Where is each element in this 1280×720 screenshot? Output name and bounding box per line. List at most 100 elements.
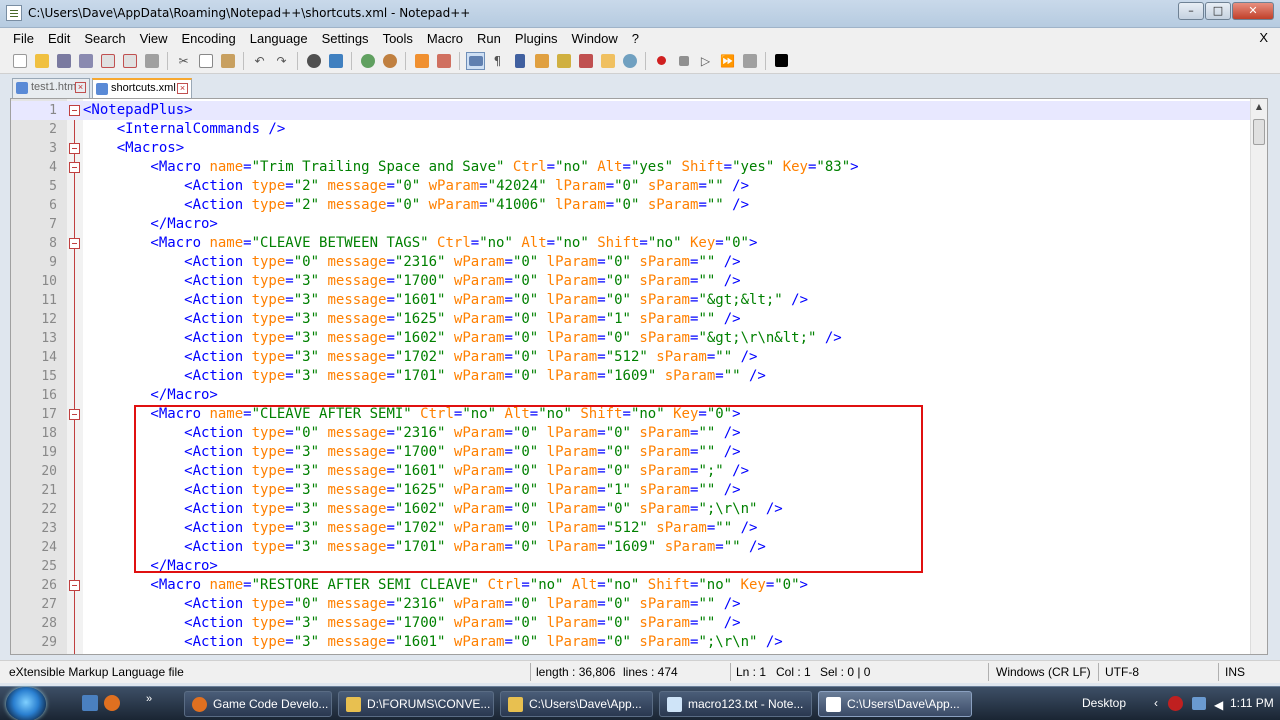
code-line[interactable]: 17 <Macro name="CLEAVE AFTER SEMI" Ctrl=… [11,405,1251,424]
copy-icon[interactable] [196,52,215,70]
code-line[interactable]: 23 <Action type="3" message="1702" wPara… [11,519,1251,538]
document-map-icon[interactable] [554,52,573,70]
fold-toggle-icon[interactable] [69,162,80,173]
save-all-icon[interactable] [76,52,95,70]
show-all-characters-icon[interactable]: ¶ [488,52,507,70]
taskbar-button-active[interactable]: C:\Users\Dave\App... [818,691,972,717]
tray-expand-icon[interactable]: ‹ [1154,696,1158,710]
scrollbar-thumb[interactable] [1253,119,1265,145]
close-tab-icon[interactable]: × [75,82,86,93]
stop-recording-icon[interactable] [674,52,693,70]
clock[interactable]: 1:11 PM [1230,696,1274,710]
user-defined-language-icon[interactable] [532,52,551,70]
menu-run[interactable]: Run [470,31,508,46]
tray-app-icon[interactable] [1168,696,1183,711]
code-line[interactable]: 1 <NotepadPlus> [11,101,1251,120]
desktop-toolbar-label[interactable]: Desktop [1082,696,1126,710]
code-line[interactable]: 19 <Action type="3" message="1700" wPara… [11,443,1251,462]
vertical-scrollbar[interactable]: ▲ [1250,99,1267,654]
taskbar-button[interactable]: D:\FORUMS\CONVE... [338,691,494,717]
close-tab-icon[interactable]: × [177,83,188,94]
menu-encoding[interactable]: Encoding [175,31,243,46]
fold-toggle-icon[interactable] [69,143,80,154]
indent-guide-icon[interactable] [510,52,529,70]
code-line[interactable]: 29 <Action type="3" message="1601" wPara… [11,633,1251,652]
fold-toggle-icon[interactable] [69,105,80,116]
code-line[interactable]: 24 <Action type="3" message="1701" wPara… [11,538,1251,557]
code-line[interactable]: 5 <Action type="2" message="0" wParam="4… [11,177,1251,196]
menu-tools[interactable]: Tools [376,31,420,46]
playback-macro-icon[interactable]: ▷ [696,52,715,70]
monitoring-icon[interactable] [620,52,639,70]
function-list-icon[interactable] [576,52,595,70]
taskbar-button[interactable]: Game Code Develo... [184,691,332,717]
fold-toggle-icon[interactable] [69,409,80,420]
fold-toggle-icon[interactable] [69,580,80,591]
code-line[interactable]: 12 <Action type="3" message="1625" wPara… [11,310,1251,329]
code-line[interactable]: 16 </Macro> [11,386,1251,405]
menu-view[interactable]: View [133,31,175,46]
code-line[interactable]: 6 <Action type="2" message="0" wParam="4… [11,196,1251,215]
print-icon[interactable] [142,52,161,70]
taskbar-button[interactable]: C:\Users\Dave\App... [500,691,653,717]
menu-window[interactable]: Window [565,31,625,46]
word-wrap-icon[interactable] [466,51,485,70]
save-icon[interactable] [54,52,73,70]
volume-icon[interactable]: ◀ [1214,698,1223,712]
code-line[interactable]: 10 <Action type="3" message="1700" wPara… [11,272,1251,291]
code-line[interactable]: 28 <Action type="3" message="1700" wPara… [11,614,1251,633]
code-line[interactable]: 26 <Macro name="RESTORE AFTER SEMI CLEAV… [11,576,1251,595]
network-icon[interactable] [1192,697,1206,710]
sync-horizontal-icon[interactable] [434,52,453,70]
code-line[interactable]: 13 <Action type="3" message="1602" wPara… [11,329,1251,348]
folder-workspace-icon[interactable] [598,52,617,70]
code-line[interactable]: 27 <Action type="0" message="2316" wPara… [11,595,1251,614]
find-icon[interactable] [304,52,323,70]
paste-icon[interactable] [218,52,237,70]
save-macro-icon[interactable] [740,52,759,70]
cut-icon[interactable]: ✂ [174,52,193,70]
code-line[interactable]: 11 <Action type="3" message="1601" wPara… [11,291,1251,310]
code-line[interactable]: 20 <Action type="3" message="1601" wPara… [11,462,1251,481]
code-line[interactable]: 8 <Macro name="CLEAVE BETWEEN TAGS" Ctrl… [11,234,1251,253]
zoom-out-icon[interactable] [380,52,399,70]
code-line[interactable]: 18 <Action type="0" message="2316" wPara… [11,424,1251,443]
close-document-button[interactable]: X [1259,30,1268,45]
code-line[interactable]: 22 <Action type="3" message="1602" wPara… [11,500,1251,519]
code-line[interactable]: 9 <Action type="0" message="2316" wParam… [11,253,1251,272]
code-line[interactable]: 21 <Action type="3" message="1625" wPara… [11,481,1251,500]
code-editor[interactable]: 1 <NotepadPlus> 2 <InternalCommands /> 3 <M… [10,98,1268,655]
notepadpp-app-icon[interactable] [6,5,22,21]
eol-format-label[interactable]: Windows (CR LF) [996,665,1091,679]
code-line[interactable]: 3 <Macros> [11,139,1251,158]
menu-file[interactable]: File [6,31,41,46]
menu-macro[interactable]: Macro [420,31,470,46]
close-file-icon[interactable] [98,52,117,70]
code-line[interactable]: 25 </Macro> [11,557,1251,576]
menu-plugins[interactable]: Plugins [508,31,565,46]
fold-toggle-icon[interactable] [69,238,80,249]
code-line[interactable]: 7 </Macro> [11,215,1251,234]
tab-test1-htm[interactable]: test1.htm × [12,78,90,98]
firefox-quicklaunch-icon[interactable] [104,695,120,711]
taskbar-button[interactable]: macro123.txt - Note... [659,691,812,717]
redo-icon[interactable]: ↷ [272,52,291,70]
code-line[interactable]: 14 <Action type="3" message="1702" wPara… [11,348,1251,367]
menu-settings[interactable]: Settings [315,31,376,46]
code-line[interactable]: 15 <Action type="3" message="1701" wPara… [11,367,1251,386]
menu-help[interactable]: ? [625,31,646,46]
new-file-icon[interactable] [10,52,29,70]
close-window-button[interactable]: ✕ [1232,2,1274,20]
encoding-label[interactable]: UTF-8 [1105,665,1139,679]
scroll-up-icon[interactable]: ▲ [1251,99,1267,115]
code-line[interactable]: 4 <Macro name="Trim Trailing Space and S… [11,158,1251,177]
menu-language[interactable]: Language [243,31,315,46]
sync-vertical-icon[interactable] [412,52,431,70]
tab-shortcuts-xml[interactable]: shortcuts.xml × [92,78,192,99]
maximize-button[interactable]: □ [1205,2,1231,20]
start-button[interactable] [6,687,46,720]
run-macro-multiple-icon[interactable]: ⏩ [718,52,737,70]
quicklaunch-overflow-icon[interactable]: » [146,693,152,705]
menu-edit[interactable]: Edit [41,31,77,46]
replace-icon[interactable] [326,52,345,70]
